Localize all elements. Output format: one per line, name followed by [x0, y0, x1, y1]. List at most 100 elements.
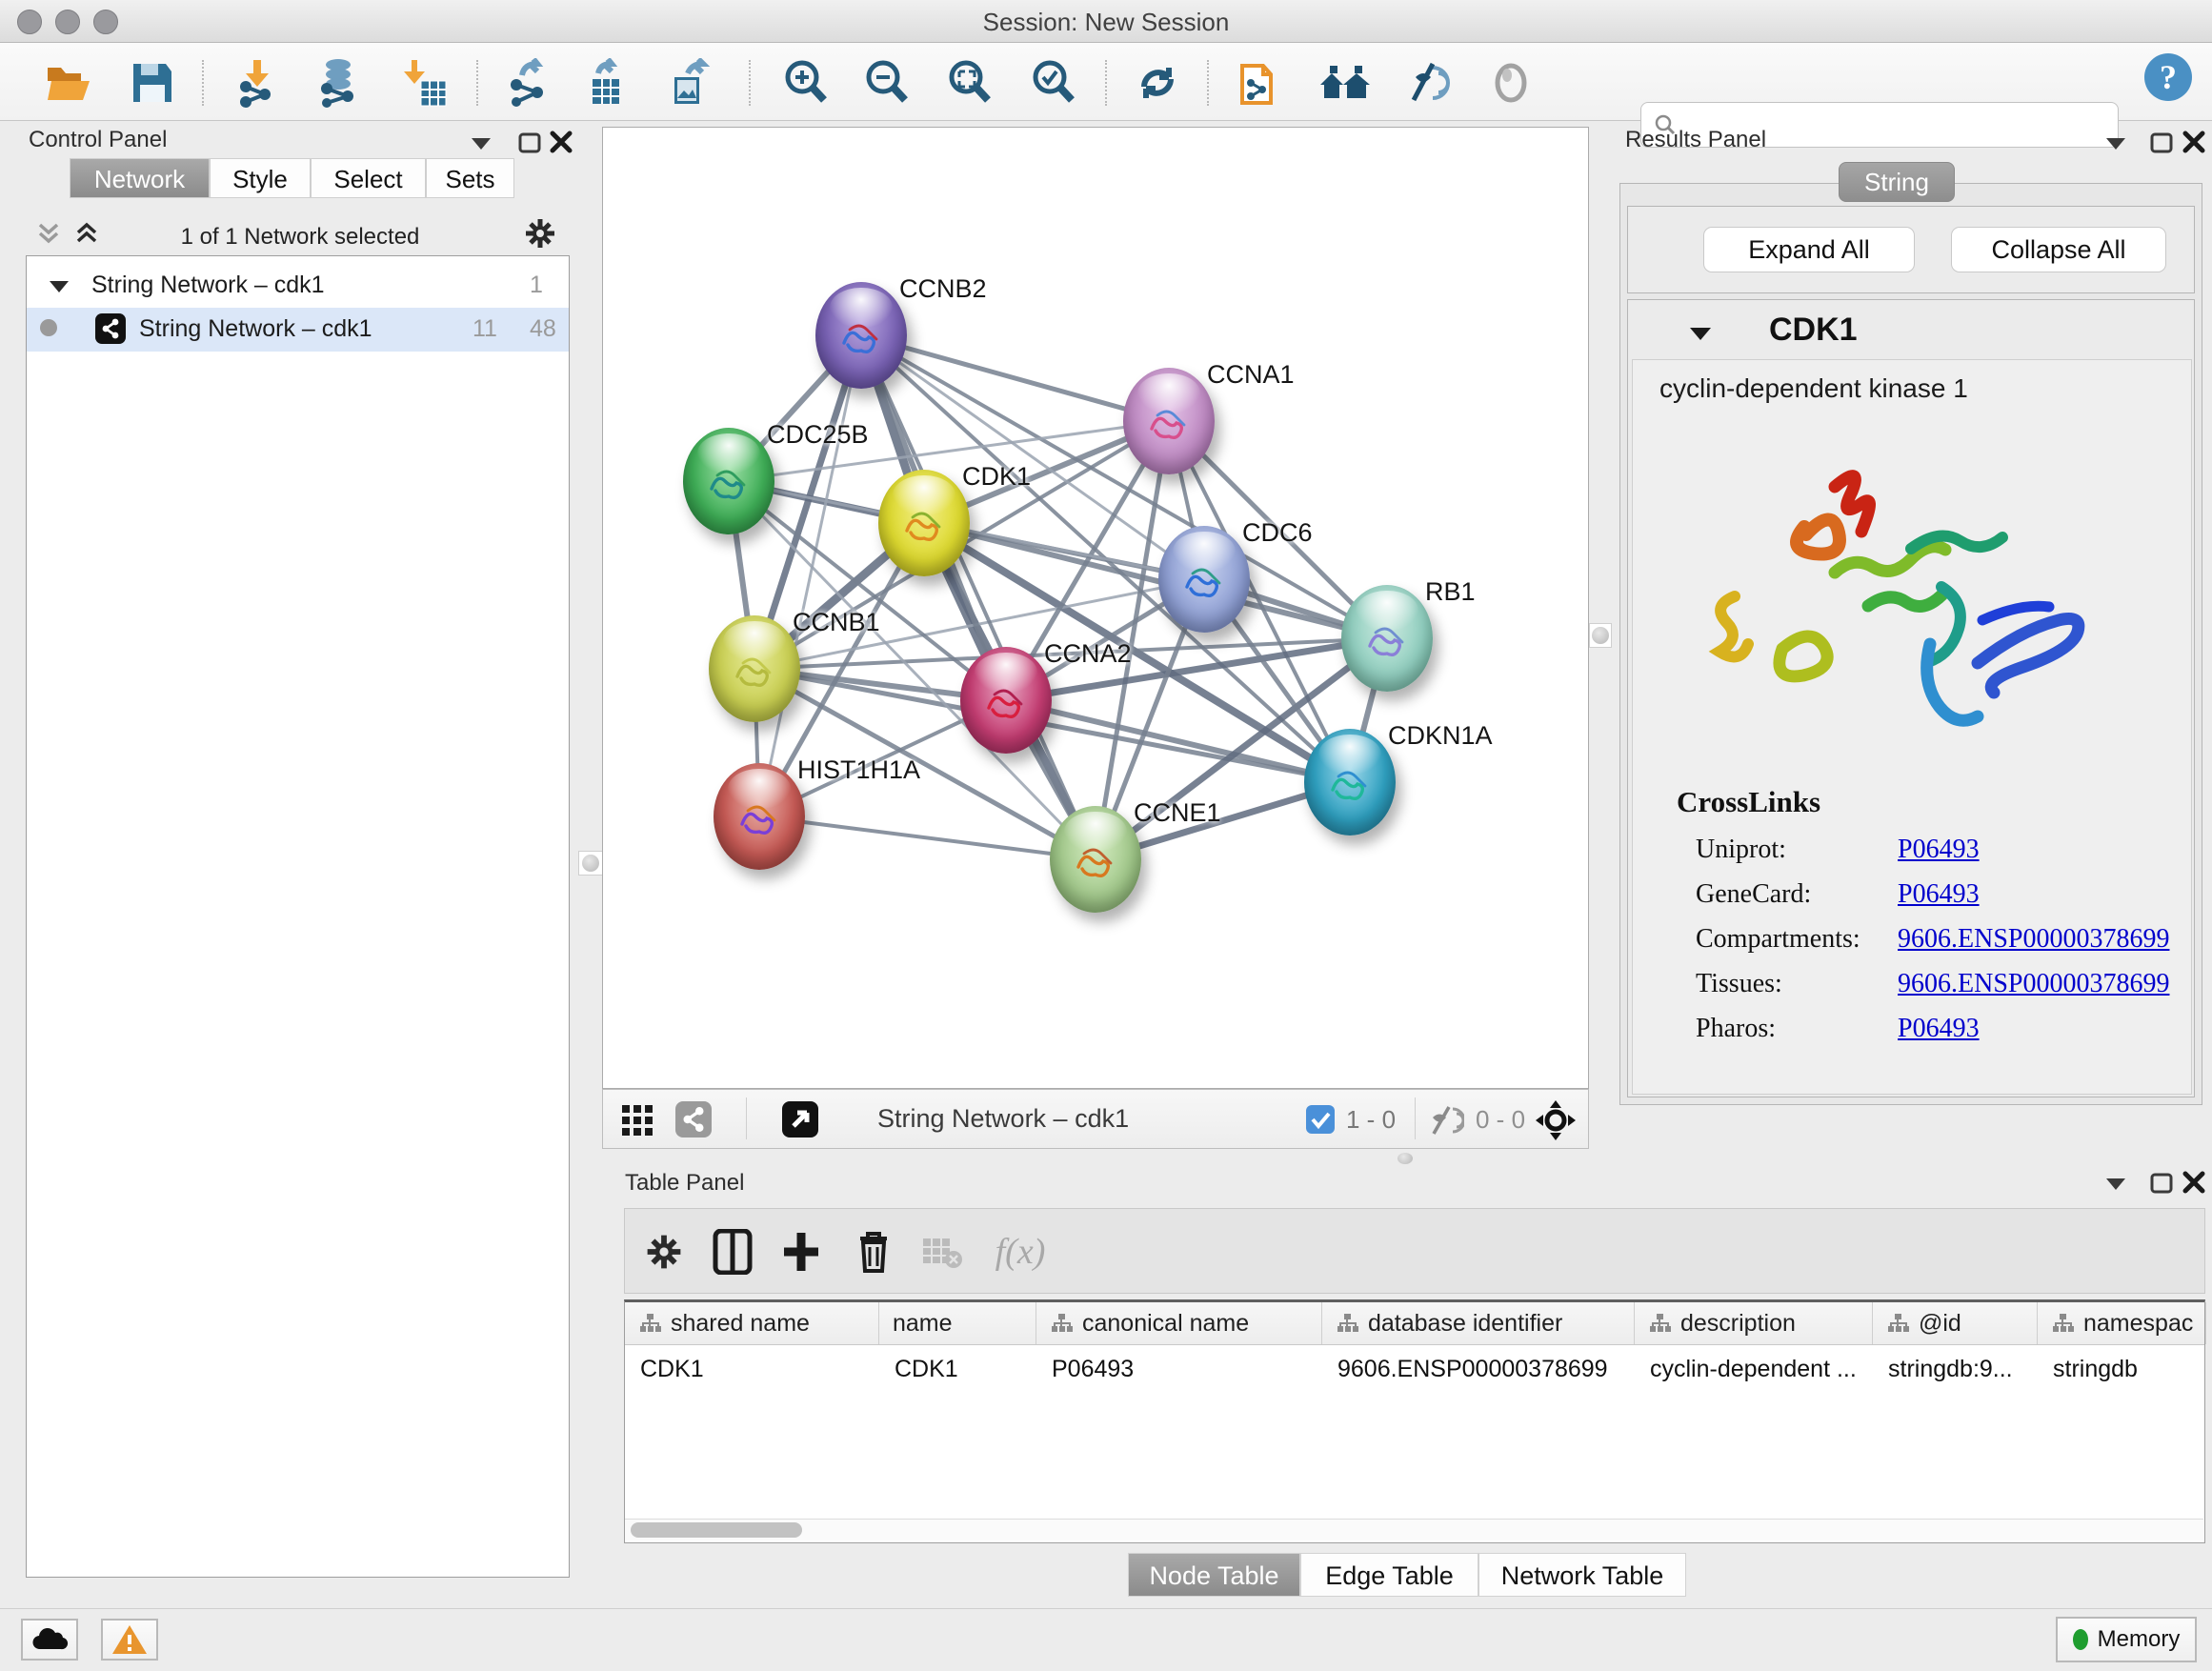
tab-network[interactable]: Network — [70, 158, 210, 198]
tab-select[interactable]: Select — [311, 158, 426, 198]
column-header-shared-name[interactable]: shared name — [625, 1302, 879, 1344]
grid-view-icon[interactable] — [620, 1103, 654, 1142]
crosslink-link[interactable]: 9606.ENSP00000378699 — [1898, 924, 2169, 955]
cloud-icon[interactable] — [21, 1619, 78, 1661]
node-CDK1[interactable] — [878, 470, 970, 576]
table-cell[interactable]: 9606.ENSP00000378699 — [1322, 1350, 1650, 1388]
edge-CCNE1-HIST1H1A[interactable] — [759, 816, 1096, 859]
import-table-icon[interactable] — [398, 56, 452, 110]
node-CDKN1A[interactable] — [1304, 729, 1396, 836]
column-header-canonical-name[interactable]: canonical name — [1036, 1302, 1322, 1344]
warning-icon[interactable] — [101, 1619, 158, 1661]
table-cell[interactable]: CDK1 — [879, 1350, 1052, 1388]
collapse-all-button[interactable]: Collapse All — [1951, 227, 2166, 272]
crosslink-link[interactable]: 9606.ENSP00000378699 — [1898, 969, 2169, 999]
table-hscrollbar[interactable] — [625, 1519, 2203, 1540]
close-panel-icon[interactable] — [2182, 130, 2206, 159]
network-canvas[interactable]: CCNB2 CCNA1 CDC25B CDK1 CDC6 RB1 CCNB1 C… — [602, 127, 1589, 1089]
node-CDC6[interactable] — [1158, 526, 1250, 633]
open-session-icon[interactable] — [42, 56, 95, 110]
tab-edge-table[interactable]: Edge Table — [1300, 1553, 1478, 1597]
gear-icon[interactable] — [522, 215, 558, 256]
network-row-selected[interactable]: String Network – cdk1 11 48 — [27, 308, 569, 352]
zoom-fit-icon[interactable] — [943, 56, 996, 110]
houses-icon[interactable] — [1318, 56, 1372, 110]
eye-icon[interactable] — [1484, 56, 1538, 110]
expander-icon[interactable] — [48, 275, 70, 303]
table-gear-icon[interactable] — [638, 1226, 690, 1278]
collapse-section-icon[interactable] — [1687, 323, 1714, 349]
column-header-description[interactable]: description — [1635, 1302, 1873, 1344]
export-image-icon[interactable] — [665, 56, 718, 110]
network-list: String Network – cdk1 1 String Network –… — [26, 255, 570, 1578]
tab-node-table[interactable]: Node Table — [1128, 1553, 1300, 1597]
table-cell[interactable]: P06493 — [1036, 1350, 1337, 1388]
help-icon[interactable]: ? — [2142, 50, 2195, 104]
crosslink-link[interactable]: P06493 — [1898, 1014, 1980, 1044]
crosslink-row: Pharos:P06493 — [1696, 1014, 2172, 1044]
table-cell[interactable]: CDK1 — [625, 1350, 895, 1388]
selected-checkbox-icon[interactable] — [1306, 1105, 1335, 1134]
node-CCNE1[interactable] — [1050, 806, 1141, 913]
delete-column-icon[interactable] — [848, 1226, 899, 1278]
tab-style[interactable]: Style — [210, 158, 311, 198]
expand-all-tree-icon[interactable] — [72, 219, 101, 252]
table-cell[interactable]: stringdb — [2038, 1350, 2212, 1388]
network-collection-row[interactable]: String Network – cdk1 1 — [27, 264, 569, 308]
export-table-icon[interactable] — [583, 56, 636, 110]
column-header-database-identifier[interactable]: database identifier — [1322, 1302, 1635, 1344]
zoom-out-icon[interactable] — [860, 56, 914, 110]
node-RB1[interactable] — [1341, 585, 1433, 692]
right-splitter-handle[interactable] — [1589, 623, 1612, 648]
zoom-in-icon[interactable] — [779, 56, 833, 110]
panel-menu-icon[interactable] — [2103, 133, 2128, 157]
panel-menu-icon[interactable] — [469, 133, 493, 157]
left-splitter-handle[interactable] — [578, 851, 603, 876]
float-panel-icon[interactable] — [2149, 131, 2174, 159]
tab-network-table[interactable]: Network Table — [1478, 1553, 1686, 1597]
float-panel-icon[interactable] — [2149, 1172, 2174, 1199]
string-network-icon[interactable] — [675, 1101, 712, 1137]
select-columns-icon[interactable] — [707, 1226, 758, 1278]
node-CCNA1[interactable] — [1123, 368, 1215, 474]
save-session-icon[interactable] — [126, 56, 179, 110]
zoom-selected-icon[interactable] — [1027, 56, 1080, 110]
float-panel-icon[interactable] — [517, 131, 542, 159]
expand-all-button[interactable]: Expand All — [1703, 227, 1915, 272]
import-network-database-icon[interactable] — [312, 56, 365, 110]
cycle-arrows-icon[interactable] — [1131, 56, 1184, 110]
node-HIST1H1A[interactable] — [714, 763, 805, 870]
export-network-icon[interactable] — [503, 56, 556, 110]
memory-button[interactable]: Memory — [2056, 1617, 2197, 1662]
gene-details: cyclin-dependent kinase 1 — [1632, 359, 2192, 1095]
column-header-namespac[interactable]: namespac — [2038, 1302, 2206, 1344]
birdseye-icon[interactable] — [1535, 1099, 1577, 1146]
eye-slash-icon[interactable] — [1402, 56, 1456, 110]
share-document-icon[interactable] — [1235, 56, 1288, 110]
tab-string[interactable]: String — [1839, 162, 1955, 202]
node-table[interactable]: shared namenamecanonical namedatabase id… — [624, 1299, 2205, 1543]
node-CDC25B[interactable] — [683, 428, 774, 534]
close-panel-icon[interactable] — [549, 130, 573, 159]
table-cell[interactable]: stringdb:9... — [1873, 1350, 2053, 1388]
bottom-splitter-handle[interactable] — [1393, 1152, 1418, 1165]
node-CCNA2[interactable] — [960, 647, 1052, 754]
column-header--id[interactable]: @id — [1873, 1302, 2038, 1344]
import-network-file-icon[interactable] — [231, 56, 284, 110]
panel-menu-icon[interactable] — [2103, 1174, 2128, 1198]
table-cell[interactable]: cyclin-dependent ... — [1635, 1350, 1888, 1388]
tab-sets[interactable]: Sets — [426, 158, 514, 198]
hidden-eye-icon[interactable] — [1428, 1105, 1464, 1140]
protein-thumbnail — [831, 307, 892, 368]
network-edges[interactable] — [603, 128, 1588, 1088]
collapse-all-tree-icon[interactable] — [34, 219, 63, 252]
close-panel-icon[interactable] — [2182, 1170, 2206, 1199]
node-CCNB1[interactable] — [709, 615, 800, 722]
column-header-name[interactable]: name — [879, 1302, 1036, 1344]
scrollbar-thumb[interactable] — [631, 1522, 802, 1538]
open-in-window-icon[interactable] — [782, 1101, 818, 1137]
node-CCNB2[interactable] — [815, 282, 907, 389]
crosslink-link[interactable]: P06493 — [1898, 879, 1980, 910]
crosslink-link[interactable]: P06493 — [1898, 835, 1980, 865]
add-column-icon[interactable] — [775, 1226, 827, 1278]
